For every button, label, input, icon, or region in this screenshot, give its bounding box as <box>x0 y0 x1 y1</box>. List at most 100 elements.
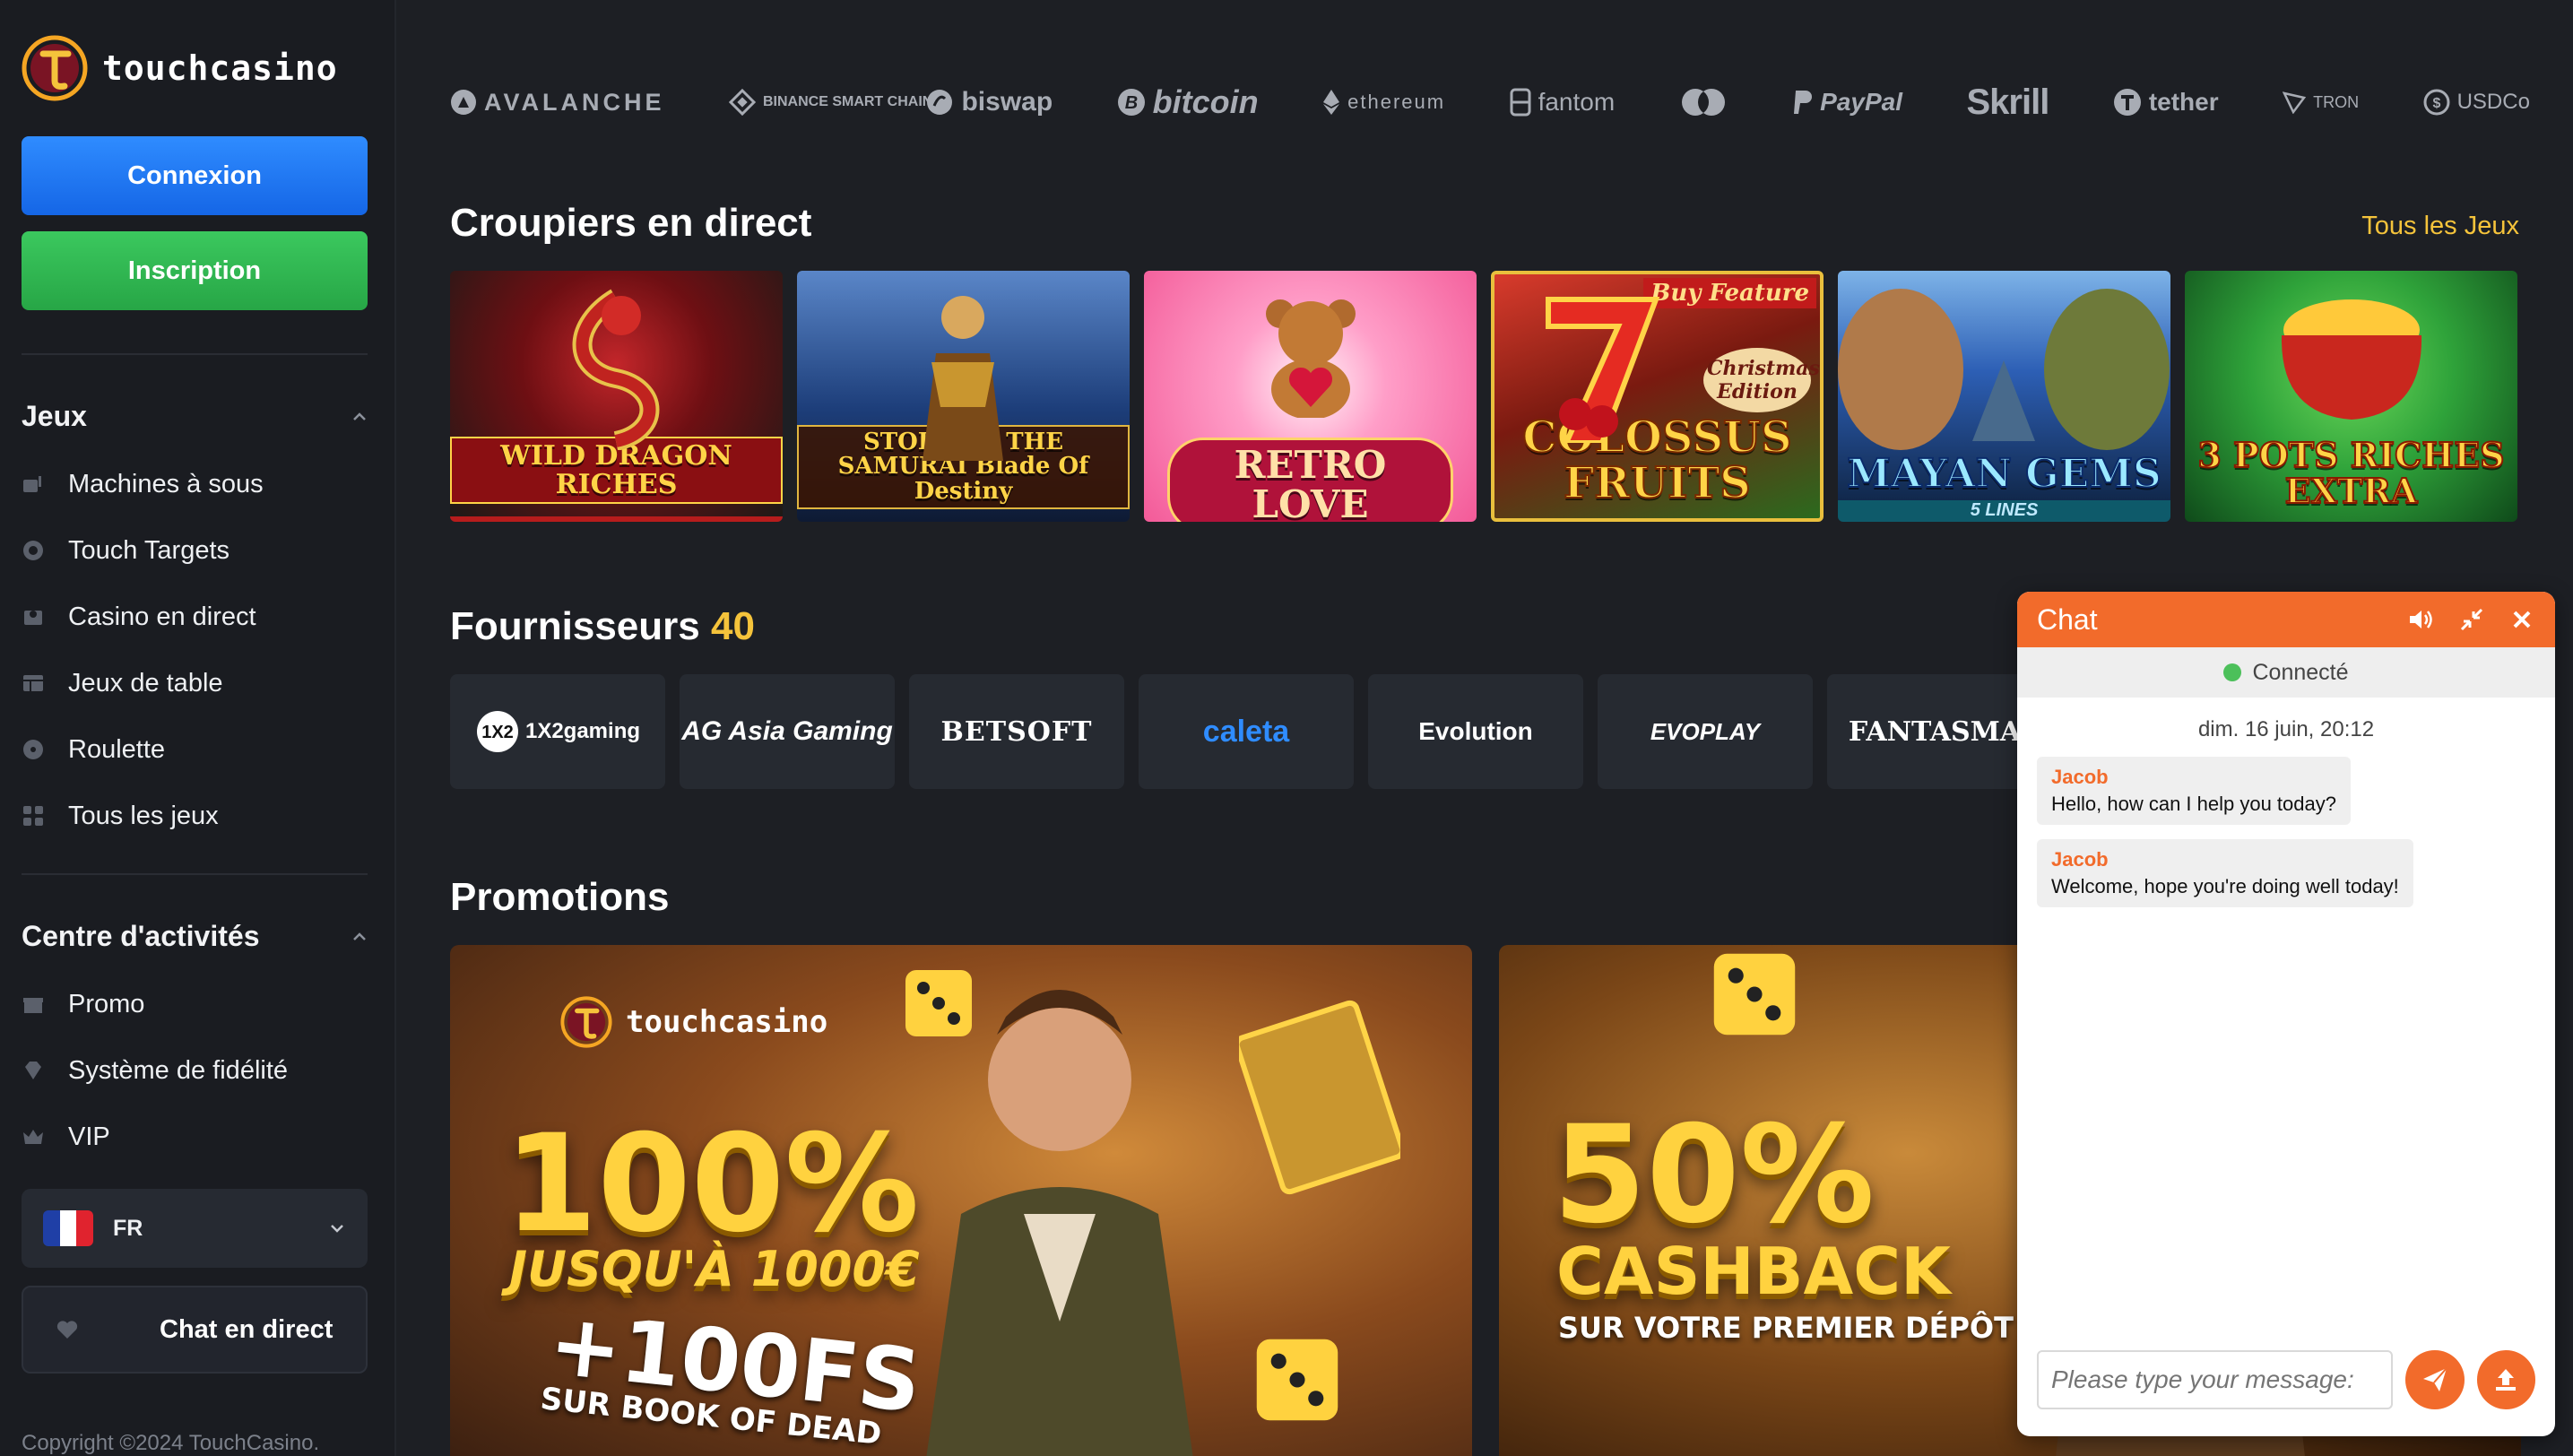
game-title: RETRO LOVE <box>1167 438 1453 522</box>
sidebar-item-touch-targets[interactable]: Touch Targets <box>22 529 230 572</box>
language-selector[interactable]: FR <box>22 1189 368 1268</box>
game-tile-retro-love[interactable]: RETRO LOVE <box>1144 271 1477 522</box>
sidebar-divider <box>22 873 368 875</box>
game-tile-mayan-gems[interactable]: MAYAN GEMS 5 LINES <box>1838 271 2170 522</box>
upload-icon <box>2496 1369 2517 1391</box>
login-button[interactable]: Connexion <box>22 136 368 215</box>
chat-message-input[interactable] <box>2037 1350 2393 1409</box>
christmas-badge: Christmas Edition <box>1703 348 1820 412</box>
promo-percentage: 100% <box>504 1106 920 1262</box>
promo-banner-welcome[interactable]: touchcasino 100% JUSQU'À 1000€ +100FS SU… <box>450 945 1472 1456</box>
mayan-warriors-icon <box>1838 289 2170 450</box>
provider-betsoft[interactable]: BETSOFT <box>909 674 1124 789</box>
brand-logo[interactable]: touchcasino <box>20 25 338 111</box>
copyright: Copyright ©2024 TouchCasino. <box>22 1431 320 1455</box>
chat-date: dim. 16 juin, 20:12 <box>2197 717 2375 741</box>
samurai-icon <box>923 296 1003 461</box>
send-icon <box>2422 1367 2447 1391</box>
svg-text:B: B <box>1124 93 1137 113</box>
online-status-icon <box>2223 663 2242 681</box>
send-button[interactable] <box>2405 1350 2465 1409</box>
payment-avalanche: AVALANCHE <box>450 89 665 117</box>
game-title: MAYAN GEMS <box>1846 450 2162 497</box>
sidebar-divider <box>22 353 368 355</box>
chat-message: Jacob Welcome, hope you're doing well to… <box>2037 839 2413 907</box>
ethereum-icon <box>1323 90 1340 115</box>
svg-text:$: $ <box>2432 96 2440 111</box>
touchcasino-logo-icon <box>560 996 612 1048</box>
provider-1x2gaming[interactable]: 1X2 1X2gaming <box>450 674 665 789</box>
chat-title: Chat <box>2037 602 2098 636</box>
game-tile-story-of-the-samurai[interactable]: STORY OF THE SAMURAI Blade Of Destiny <box>797 271 1130 522</box>
close-button[interactable] <box>2508 606 2535 633</box>
close-icon <box>2513 611 2531 628</box>
payment-biswap: biswap <box>925 87 1053 117</box>
live-chat-button[interactable]: Chat en direct <box>22 1286 368 1374</box>
payment-bitcoin: B bitcoin <box>1117 83 1259 121</box>
sidebar-item-vip[interactable]: VIP <box>22 1115 110 1158</box>
minimize-button[interactable] <box>2458 606 2485 633</box>
sidebar-item-all-games[interactable]: Tous les jeux <box>22 794 219 837</box>
chevron-up-icon <box>353 932 366 940</box>
game-tile-wild-dragon-riches[interactable]: WILD DRAGON RICHES <box>450 271 783 522</box>
sidebar-item-label: Système de fidélité <box>68 1055 289 1085</box>
providers-count: 40 <box>710 604 755 648</box>
sidebar: touchcasino Connexion Inscription Jeux M… <box>0 0 396 1456</box>
promo-percentage: 50% <box>1553 1097 1876 1253</box>
gold-pot-icon <box>2281 299 2422 420</box>
live-dealers-carousel: WILD DRAGON RICHES STORY OF THE SAMURAI … <box>450 271 2517 522</box>
chevron-down-icon <box>331 1225 343 1233</box>
promo-subtitle: CASHBACK <box>1556 1234 1951 1309</box>
payment-ethereum: ethereum <box>1322 89 1445 116</box>
sidebar-item-label: Roulette <box>68 734 166 764</box>
sidebar-item-slots[interactable]: Machines à sous <box>22 463 264 506</box>
game-tile-3-pots-riches-extra[interactable]: 3 POTS RICHES EXTRA <box>2185 271 2517 522</box>
chat-input-row <box>2037 1350 2535 1409</box>
game-tile-colossus-fruits[interactable]: Buy Feature Christmas Edition COLOSSUS F… <box>1491 271 1824 522</box>
payment-binance: BINANCE SMART CHAIN <box>728 89 932 116</box>
fantom-icon <box>1510 88 1531 117</box>
sidebar-item-roulette[interactable]: Roulette <box>22 728 165 771</box>
collapse-icon <box>2460 608 2483 631</box>
provider-fantasma[interactable]: FANTASMA <box>1827 674 2042 789</box>
upload-button[interactable] <box>2476 1350 2535 1409</box>
lucky-seven-icon <box>1546 297 1660 443</box>
dice-icon <box>905 970 972 1036</box>
provider-evolution[interactable]: Evolution <box>1368 674 1583 789</box>
buy-feature-badge: Buy Feature <box>1643 278 1816 308</box>
providers-carousel: 1X2 1X2gaming AG Asia Gaming BETSOFT cal… <box>450 674 2042 789</box>
sidebar-item-loyalty[interactable]: Système de fidélité <box>22 1049 288 1092</box>
sidebar-item-label: Machines à sous <box>68 469 264 498</box>
france-flag-icon <box>43 1210 93 1246</box>
promo-subtitle: JUSQU'À 1000€ <box>509 1241 920 1297</box>
mastercard-icon <box>1681 89 1725 116</box>
1x2gaming-logo-icon: 1X2 <box>476 711 518 752</box>
sidebar-item-label: Touch Targets <box>68 535 230 565</box>
tron-icon <box>2283 91 2307 114</box>
biswap-icon <box>927 90 953 115</box>
sidebar-item-table-games[interactable]: Jeux de table <box>22 662 223 705</box>
all-games-link[interactable]: Tous les Jeux <box>2361 212 2519 241</box>
provider-caleta[interactable]: caleta <box>1139 674 1354 789</box>
sidebar-item-label: Promo <box>68 989 145 1018</box>
payment-skrill: Skrill <box>1966 82 2049 122</box>
bitcoin-icon: B <box>1117 89 1145 116</box>
chat-header[interactable]: Chat <box>2017 592 2555 647</box>
sound-button[interactable] <box>2408 606 2435 633</box>
chat-status-text: Connecté <box>2252 659 2349 685</box>
provider-asia-gaming[interactable]: AG Asia Gaming <box>680 674 895 789</box>
provider-evoplay[interactable]: EVOPLAY <box>1598 674 1813 789</box>
tether-icon <box>2113 89 2141 116</box>
sidebar-item-label: Tous les jeux <box>68 801 219 830</box>
live-dealers-title: Croupiers en direct <box>450 201 812 245</box>
sidebar-item-promo[interactable]: Promo <box>22 983 144 1026</box>
chat-widget: Chat Connecté dim. 16 juin, 20:12 Jacob … <box>2017 592 2555 1436</box>
gift-icon <box>23 998 43 1013</box>
chevron-up-icon <box>353 412 366 420</box>
activity-section-toggle[interactable]: Centre d'activités <box>22 920 368 953</box>
promo-details: SUR VOTRE PREMIER DÉPÔT <box>1558 1311 2014 1345</box>
payment-methods-strip: AVALANCHE BINANCE SMART CHAIN biswap B b… <box>450 79 2530 126</box>
sidebar-item-live-casino[interactable]: Casino en direct <box>22 595 256 638</box>
games-section-toggle[interactable]: Jeux <box>22 400 368 433</box>
signup-button[interactable]: Inscription <box>22 231 368 310</box>
